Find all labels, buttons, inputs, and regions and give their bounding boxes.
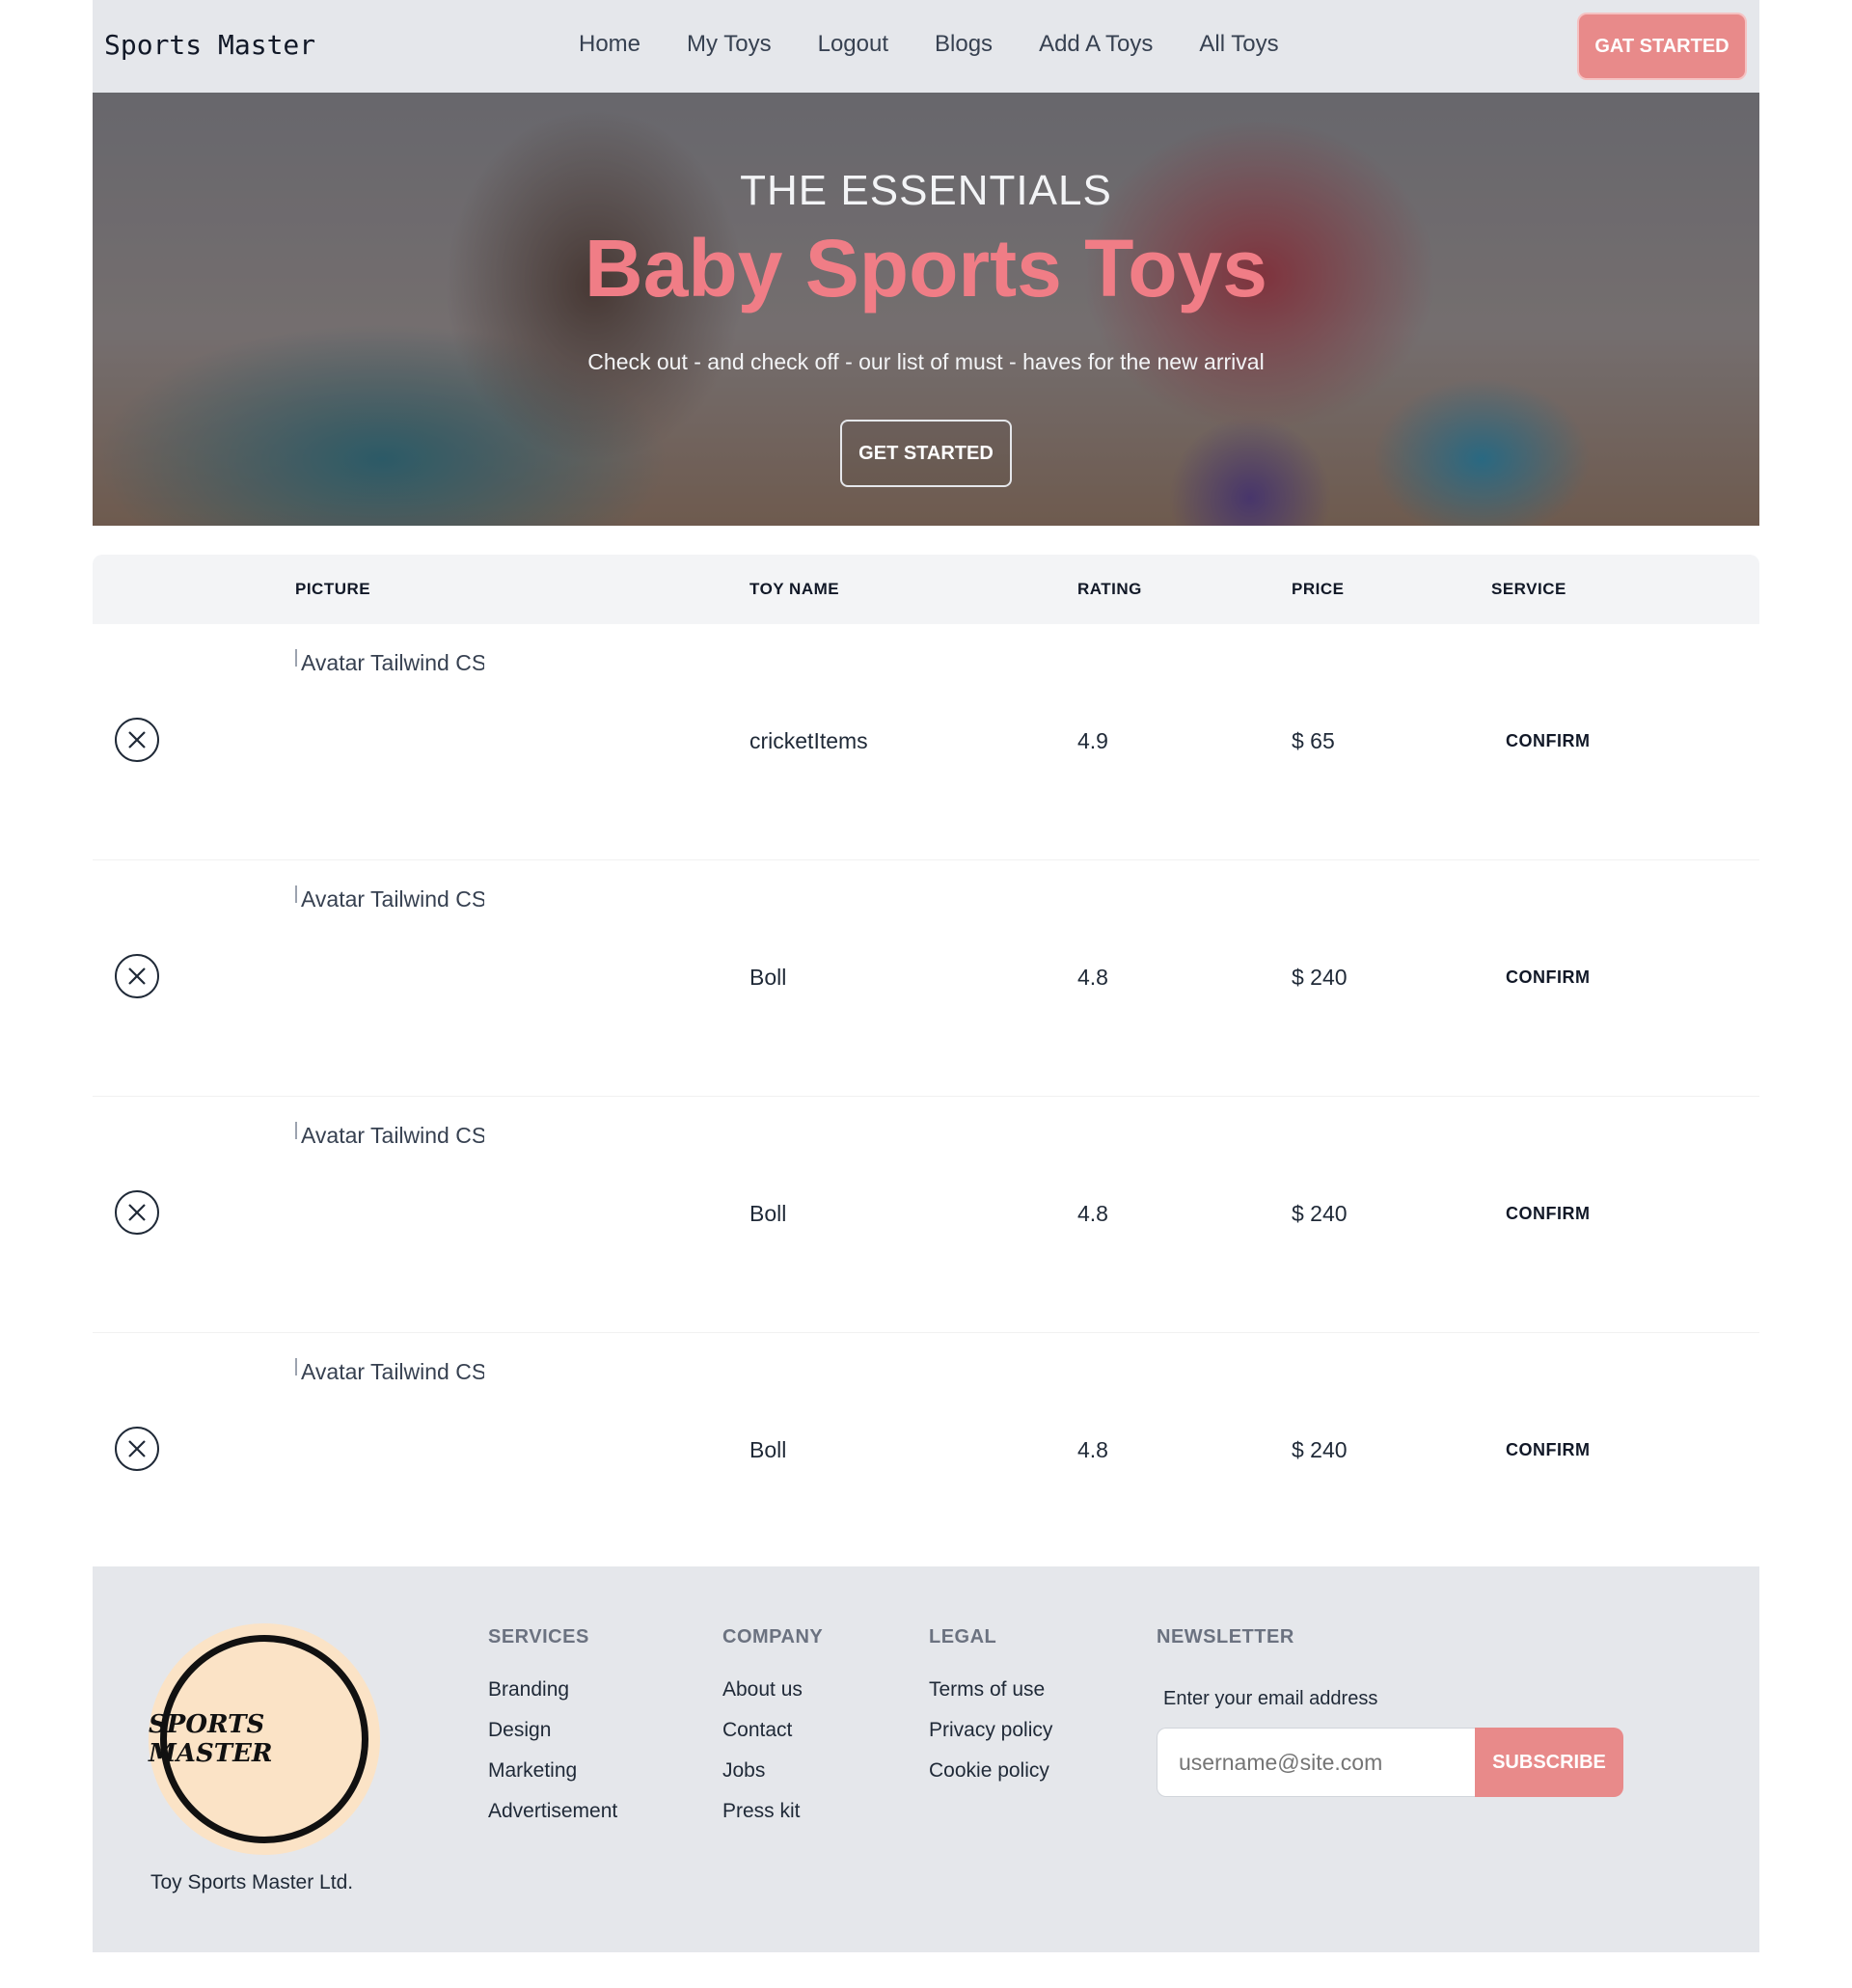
close-icon [128, 1204, 146, 1221]
brand-logo-text[interactable]: Sports Master [104, 29, 315, 61]
header-picture: PICTURE [295, 580, 371, 598]
nav-my-toys[interactable]: My Toys [687, 31, 772, 58]
toy-picture: Avatar Tailwind CSS Component [295, 885, 484, 912]
toy-rating: 4.9 [1077, 728, 1108, 753]
footer-legal: LEGAL Terms of use Privacy policy Cookie… [929, 1626, 1052, 1799]
footer-link-branding[interactable]: Branding [488, 1677, 617, 1702]
footer-heading: LEGAL [929, 1626, 997, 1648]
newsletter-email-input[interactable] [1157, 1728, 1475, 1797]
toy-name: cricketItems [749, 728, 868, 753]
toy-price: $ 65 [1292, 728, 1335, 753]
confirm-button[interactable]: CONFIRM [1506, 1440, 1591, 1460]
nav-add-toys[interactable]: Add A Toys [1039, 31, 1153, 58]
footer-link-about[interactable]: About us [722, 1677, 823, 1702]
nav-logout[interactable]: Logout [818, 31, 888, 58]
close-icon [128, 1440, 146, 1457]
broken-image-icon [295, 885, 297, 903]
toy-picture-alt: Avatar Tailwind CSS Component [301, 649, 484, 675]
hero-headline: Baby Sports Toys [585, 223, 1267, 313]
nav-all-toys[interactable]: All Toys [1199, 31, 1278, 58]
footer-link-privacy[interactable]: Privacy policy [929, 1718, 1052, 1743]
footer-link-design[interactable]: Design [488, 1718, 617, 1743]
header-rating: RATING [1077, 580, 1142, 598]
footer-heading: NEWSLETTER [1157, 1626, 1294, 1648]
hero-eyebrow: THE ESSENTIALS [740, 167, 1112, 214]
header-toy-name: TOY NAME [749, 580, 840, 598]
table-row: Avatar Tailwind CSS Component cricketIte… [93, 624, 1759, 860]
footer-logo: SPORTS MASTER [149, 1623, 380, 1855]
footer-link-contact[interactable]: Contact [722, 1718, 823, 1743]
remove-button[interactable] [115, 718, 159, 762]
main-nav: Home My Toys Logout Blogs Add A Toys All… [579, 31, 1325, 58]
footer-link-press-kit[interactable]: Press kit [722, 1799, 823, 1824]
footer-link-advertisement[interactable]: Advertisement [488, 1799, 617, 1824]
toys-table: PICTURE TOY NAME RATING PRICE SERVICE Av… [93, 555, 1759, 1569]
footer-link-jobs[interactable]: Jobs [722, 1758, 823, 1784]
footer-company: COMPANY About us Contact Jobs Press kit [722, 1626, 823, 1839]
toy-name: Boll [749, 1437, 787, 1462]
remove-button[interactable] [115, 1427, 159, 1471]
footer-heading: COMPANY [722, 1626, 824, 1648]
footer-link-marketing[interactable]: Marketing [488, 1758, 617, 1784]
toy-picture: Avatar Tailwind CSS Component [295, 1358, 484, 1385]
toy-price: $ 240 [1292, 965, 1348, 990]
toy-picture-alt: Avatar Tailwind CSS Component [301, 1358, 484, 1384]
broken-image-icon [295, 1122, 297, 1139]
remove-button[interactable] [115, 954, 159, 998]
header-price: PRICE [1292, 580, 1345, 598]
hero-subtitle: Check out - and check off - our list of … [587, 349, 1265, 374]
hero-banner: THE ESSENTIALS Baby Sports Toys Check ou… [93, 93, 1759, 526]
toy-rating: 4.8 [1077, 965, 1108, 990]
toy-rating: 4.8 [1077, 1201, 1108, 1226]
footer-link-terms[interactable]: Terms of use [929, 1677, 1052, 1702]
toy-name: Boll [749, 1201, 787, 1226]
subscribe-button[interactable]: SUBSCRIBE [1475, 1728, 1623, 1797]
broken-image-icon [295, 649, 297, 667]
close-icon [128, 731, 146, 749]
table-header: PICTURE TOY NAME RATING PRICE SERVICE [93, 555, 1759, 624]
toy-picture: Avatar Tailwind CSS Component [295, 649, 484, 676]
company-name: Toy Sports Master Ltd. [150, 1871, 354, 1893]
footer-heading: SERVICES [488, 1626, 589, 1648]
nav-home[interactable]: Home [579, 31, 640, 58]
toy-price: $ 240 [1292, 1437, 1348, 1462]
confirm-button[interactable]: CONFIRM [1506, 731, 1591, 751]
toy-picture-alt: Avatar Tailwind CSS Component [301, 1122, 484, 1148]
broken-image-icon [295, 1358, 297, 1375]
toy-name: Boll [749, 965, 787, 990]
header-service: SERVICE [1491, 580, 1566, 598]
toy-picture-alt: Avatar Tailwind CSS Component [301, 885, 484, 912]
nav-blogs[interactable]: Blogs [935, 31, 993, 58]
toy-rating: 4.8 [1077, 1437, 1108, 1462]
nav-get-started-button[interactable]: GAT STARTED [1577, 13, 1747, 80]
confirm-button[interactable]: CONFIRM [1506, 1204, 1591, 1224]
footer-services: SERVICES Branding Design Marketing Adver… [488, 1626, 617, 1839]
footer-newsletter: NEWSLETTER [1157, 1626, 1294, 1677]
toy-picture: Avatar Tailwind CSS Component [295, 1122, 484, 1149]
newsletter-label: Enter your email address [1163, 1688, 1378, 1709]
footer-link-cookie[interactable]: Cookie policy [929, 1758, 1052, 1784]
hero-get-started-button[interactable]: GET STARTED [840, 420, 1012, 487]
table-row: Avatar Tailwind CSS Component Boll 4.8 $… [93, 860, 1759, 1097]
toy-price: $ 240 [1292, 1201, 1348, 1226]
navbar: Sports Master Home My Toys Logout Blogs … [93, 0, 1759, 93]
close-icon [128, 967, 146, 985]
footer: SPORTS MASTER Toy Sports Master Ltd. SER… [93, 1566, 1759, 1952]
logo-text: SPORTS MASTER [149, 1710, 273, 1768]
table-row: Avatar Tailwind CSS Component Boll 4.8 $… [93, 1097, 1759, 1333]
remove-button[interactable] [115, 1190, 159, 1235]
confirm-button[interactable]: CONFIRM [1506, 967, 1591, 988]
table-row: Avatar Tailwind CSS Component Boll 4.8 $… [93, 1333, 1759, 1569]
